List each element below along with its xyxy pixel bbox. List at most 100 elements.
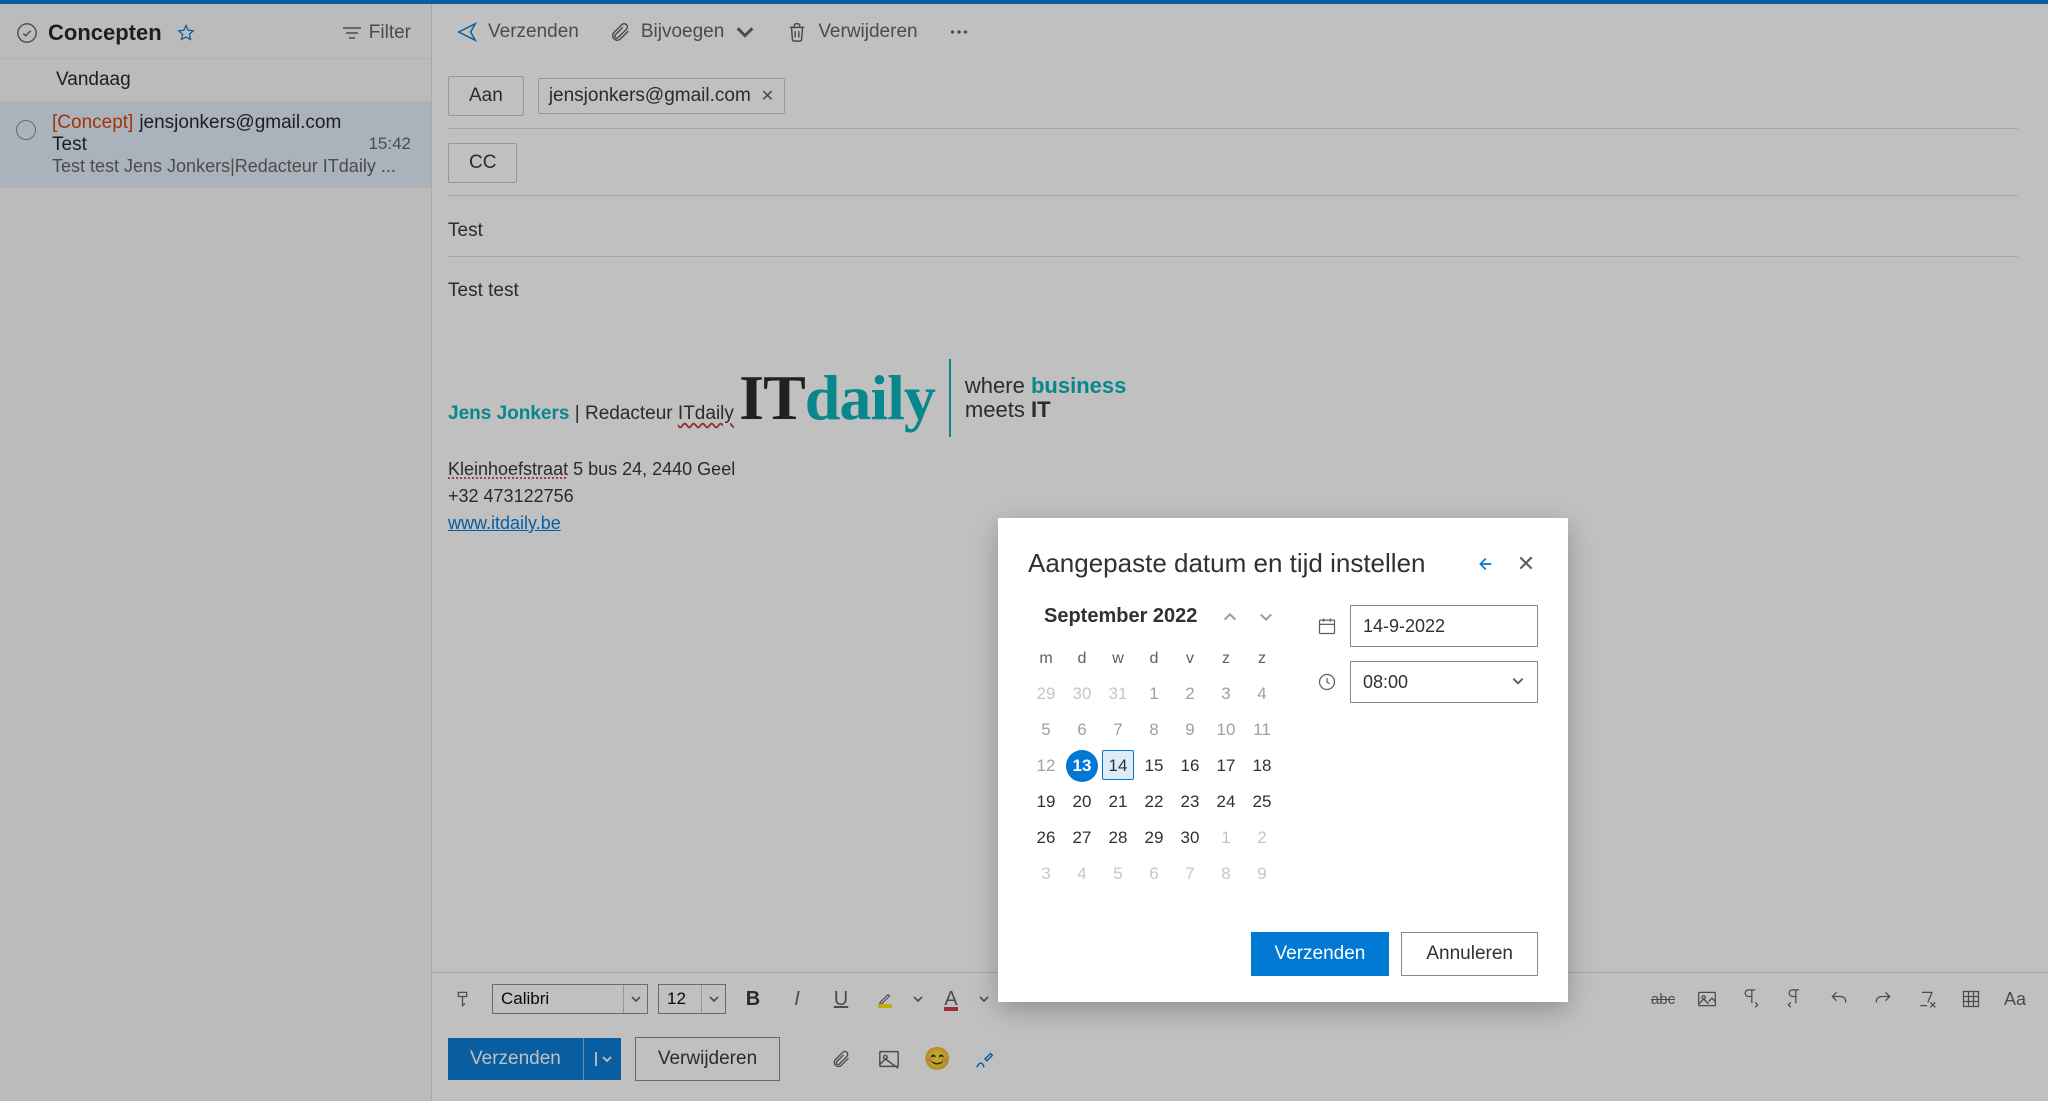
chevron-down-icon[interactable] bbox=[978, 993, 990, 1005]
calendar-day[interactable]: 5 bbox=[1100, 856, 1136, 892]
calendar-day[interactable]: 29 bbox=[1028, 676, 1064, 712]
calendar-day[interactable]: 4 bbox=[1244, 676, 1280, 712]
calendar-day[interactable]: 28 bbox=[1100, 820, 1136, 856]
format-painter-icon[interactable] bbox=[448, 983, 482, 1015]
modal-cancel-button[interactable]: Annuleren bbox=[1401, 932, 1538, 976]
subject-field[interactable]: Test bbox=[448, 214, 2018, 257]
calendar-day[interactable]: 13 bbox=[1066, 750, 1098, 782]
calendar-day[interactable]: 26 bbox=[1028, 820, 1064, 856]
cc-button[interactable]: CC bbox=[448, 143, 517, 183]
calendar-day[interactable]: 22 bbox=[1136, 784, 1172, 820]
to-button[interactable]: Aan bbox=[448, 76, 524, 116]
calendar-day[interactable]: 9 bbox=[1244, 856, 1280, 892]
calendar-day[interactable]: 11 bbox=[1244, 712, 1280, 748]
close-button[interactable]: ✕ bbox=[1514, 552, 1538, 576]
calendar-day[interactable]: 2 bbox=[1172, 676, 1208, 712]
favorite-icon[interactable] bbox=[176, 23, 196, 43]
calendar-day[interactable]: 12 bbox=[1028, 748, 1064, 784]
italic-button[interactable]: I bbox=[780, 983, 814, 1015]
insert-picture-button[interactable] bbox=[872, 1042, 906, 1076]
strikethrough-button[interactable]: abc bbox=[1646, 983, 1680, 1015]
time-select[interactable]: 08:00 bbox=[1350, 661, 1538, 703]
calendar-day[interactable]: 17 bbox=[1208, 748, 1244, 784]
calendar-day[interactable]: 6 bbox=[1064, 712, 1100, 748]
toolbar-attach[interactable]: Bijvoegen bbox=[609, 21, 756, 43]
calendar-day[interactable]: 1 bbox=[1208, 820, 1244, 856]
select-item-radio[interactable] bbox=[16, 120, 36, 140]
font-color-button[interactable]: A bbox=[934, 983, 968, 1015]
select-all-icon[interactable] bbox=[16, 22, 38, 44]
calendar-day[interactable]: 8 bbox=[1208, 856, 1244, 892]
modal-send-button[interactable]: Verzenden bbox=[1251, 932, 1390, 976]
calendar-day[interactable]: 25 bbox=[1244, 784, 1280, 820]
chevron-down-icon[interactable] bbox=[623, 985, 647, 1013]
calendar-day[interactable]: 14 bbox=[1102, 750, 1134, 780]
redo-button[interactable] bbox=[1866, 983, 1900, 1015]
signature-button[interactable] bbox=[968, 1042, 1002, 1076]
calendar-day[interactable]: 3 bbox=[1028, 856, 1064, 892]
calendar-day[interactable]: 4 bbox=[1064, 856, 1100, 892]
rtl-button[interactable] bbox=[1778, 983, 1812, 1015]
font-family-select[interactable] bbox=[492, 984, 648, 1014]
chevron-down-icon[interactable] bbox=[912, 993, 924, 1005]
calendar-day[interactable]: 6 bbox=[1136, 856, 1172, 892]
toolbar-more[interactable] bbox=[948, 21, 970, 43]
calendar-day[interactable]: 3 bbox=[1208, 676, 1244, 712]
chevron-down-icon[interactable] bbox=[1511, 672, 1525, 693]
calendar-day[interactable]: 19 bbox=[1028, 784, 1064, 820]
datetime-inputs: 14-9-2022 08:00 bbox=[1316, 605, 1538, 892]
calendar-day[interactable]: 10 bbox=[1208, 712, 1244, 748]
calendar-day[interactable]: 30 bbox=[1064, 676, 1100, 712]
calendar-day[interactable]: 16 bbox=[1172, 748, 1208, 784]
attach-inline-button[interactable] bbox=[824, 1042, 858, 1076]
sig-website-link[interactable]: www.itdaily.be bbox=[448, 513, 561, 533]
clear-format-button[interactable] bbox=[1910, 983, 1944, 1015]
insert-image-button[interactable] bbox=[1690, 983, 1724, 1015]
font-size-select[interactable] bbox=[658, 984, 726, 1014]
insert-table-button[interactable] bbox=[1954, 983, 1988, 1015]
calendar-day[interactable]: 9 bbox=[1172, 712, 1208, 748]
calendar-day[interactable]: 8 bbox=[1136, 712, 1172, 748]
calendar-day[interactable]: 20 bbox=[1064, 784, 1100, 820]
toolbar-delete[interactable]: Verwijderen bbox=[786, 21, 917, 43]
calendar-day[interactable]: 1 bbox=[1136, 676, 1172, 712]
remove-recipient-icon[interactable]: ✕ bbox=[761, 86, 774, 106]
filter-button[interactable]: Filter bbox=[343, 22, 411, 44]
calendar-day[interactable]: 31 bbox=[1100, 676, 1136, 712]
mail-list-item[interactable]: [Concept] jensjonkers@gmail.com Test 15:… bbox=[0, 102, 431, 188]
calendar-day[interactable]: 2 bbox=[1244, 820, 1280, 856]
font-size-input[interactable] bbox=[659, 985, 701, 1013]
back-button[interactable] bbox=[1472, 552, 1496, 576]
send-dropdown-button[interactable] bbox=[583, 1038, 621, 1080]
undo-button[interactable] bbox=[1822, 983, 1856, 1015]
calendar-day[interactable]: 7 bbox=[1172, 856, 1208, 892]
emoji-button[interactable]: 😊 bbox=[920, 1042, 954, 1076]
recipient-chip[interactable]: jensjonkers@gmail.com ✕ bbox=[538, 78, 785, 114]
calendar-day[interactable]: 27 bbox=[1064, 820, 1100, 856]
chevron-down-icon[interactable] bbox=[701, 985, 725, 1013]
calendar-day[interactable]: 30 bbox=[1172, 820, 1208, 856]
toolbar-send[interactable]: Verzenden bbox=[456, 21, 579, 43]
calendar-day[interactable]: 5 bbox=[1028, 712, 1064, 748]
highlight-color-button[interactable] bbox=[868, 983, 902, 1015]
date-input[interactable]: 14-9-2022 bbox=[1350, 605, 1538, 647]
send-button[interactable]: Verzenden bbox=[448, 1038, 583, 1080]
message-body[interactable]: Test test Jens Jonkers | Redacteur ITdai… bbox=[432, 277, 2048, 559]
text-case-button[interactable]: Aa bbox=[1998, 983, 2032, 1015]
bold-button[interactable]: B bbox=[736, 983, 770, 1015]
mail-item-subject: Test bbox=[52, 134, 87, 156]
font-family-input[interactable] bbox=[493, 985, 623, 1013]
next-month-button[interactable] bbox=[1256, 607, 1276, 627]
calendar-day[interactable]: 21 bbox=[1100, 784, 1136, 820]
calendar-day[interactable]: 29 bbox=[1136, 820, 1172, 856]
discard-button[interactable]: Verwijderen bbox=[635, 1037, 780, 1081]
calendar-day[interactable]: 7 bbox=[1100, 712, 1136, 748]
prev-month-button[interactable] bbox=[1220, 607, 1240, 627]
calendar-day[interactable]: 23 bbox=[1172, 784, 1208, 820]
calendar-day[interactable]: 15 bbox=[1136, 748, 1172, 784]
underline-button[interactable]: U bbox=[824, 983, 858, 1015]
calendar-month-label[interactable]: September 2022 bbox=[1032, 605, 1204, 628]
calendar-day[interactable]: 18 bbox=[1244, 748, 1280, 784]
ltr-button[interactable] bbox=[1734, 983, 1768, 1015]
calendar-day[interactable]: 24 bbox=[1208, 784, 1244, 820]
